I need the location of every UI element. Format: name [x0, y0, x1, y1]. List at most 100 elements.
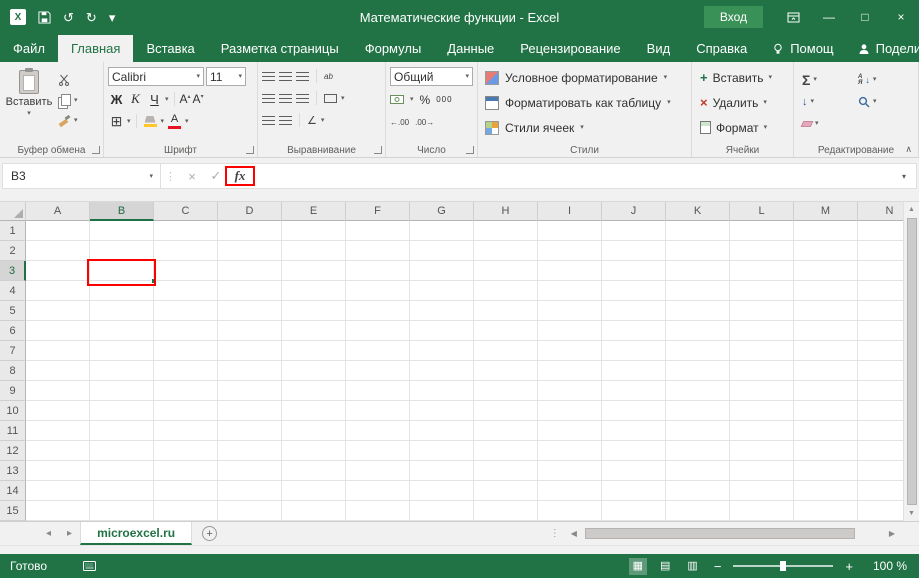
cell-L7[interactable] [730, 341, 794, 361]
cell-M4[interactable] [794, 281, 858, 301]
cell-D11[interactable] [218, 421, 282, 441]
column-header-G[interactable]: G [410, 202, 474, 221]
cell-L15[interactable] [730, 501, 794, 521]
font-size-combo[interactable]: 11 ▾ [206, 67, 246, 86]
cell-F7[interactable] [346, 341, 410, 361]
qat-customize-button[interactable]: ▾ [109, 11, 116, 24]
cell-D13[interactable] [218, 461, 282, 481]
cell-K6[interactable] [666, 321, 730, 341]
cell-L8[interactable] [730, 361, 794, 381]
chevron-down-icon[interactable]: ▾ [161, 118, 165, 125]
cell-M6[interactable] [794, 321, 858, 341]
cell-E4[interactable] [282, 281, 346, 301]
minimize-button[interactable]: — [811, 0, 847, 34]
cell-A5[interactable] [26, 301, 90, 321]
italic-button[interactable]: К [127, 90, 144, 108]
cell-I9[interactable] [538, 381, 602, 401]
cell-E14[interactable] [282, 481, 346, 501]
find-select-button[interactable]: ▾ [858, 92, 912, 111]
chevron-down-icon[interactable]: ▾ [341, 95, 345, 102]
decrease-font-button[interactable]: А ▾ [193, 92, 204, 106]
cell-M13[interactable] [794, 461, 858, 481]
cell-G3[interactable] [410, 261, 474, 281]
autosum-button[interactable]: Σ ▾ [802, 70, 856, 89]
ribbon-tab-insert[interactable]: Вставка [133, 35, 207, 62]
redo-button[interactable]: ↻ [86, 11, 97, 24]
chevron-down-icon[interactable]: ▾ [185, 118, 189, 125]
cell-J7[interactable] [602, 341, 666, 361]
cell-E10[interactable] [282, 401, 346, 421]
cell-G14[interactable] [410, 481, 474, 501]
align-right-button[interactable] [296, 93, 309, 103]
cell-B15[interactable] [90, 501, 154, 521]
decrease-indent-button[interactable] [262, 115, 275, 125]
cell-F5[interactable] [346, 301, 410, 321]
cell-J1[interactable] [602, 221, 666, 241]
cell-C6[interactable] [154, 321, 218, 341]
cell-L3[interactable] [730, 261, 794, 281]
insert-cells-button[interactable]: + Вставить ▾ [696, 65, 789, 90]
row-header-6[interactable]: 6 [0, 321, 26, 341]
row-header-5[interactable]: 5 [0, 301, 26, 321]
cell-J4[interactable] [602, 281, 666, 301]
cell-M14[interactable] [794, 481, 858, 501]
ribbon-tab-file[interactable]: Файл [0, 35, 58, 62]
cell-M1[interactable] [794, 221, 858, 241]
cell-H1[interactable] [474, 221, 538, 241]
cell-B2[interactable] [90, 241, 154, 261]
cell-L5[interactable] [730, 301, 794, 321]
zoom-slider-thumb[interactable] [780, 561, 787, 571]
cell-F6[interactable] [346, 321, 410, 341]
horizontal-scroll-thumb[interactable] [584, 528, 855, 539]
accounting-format-button[interactable] [390, 95, 404, 104]
cell-C1[interactable] [154, 221, 218, 241]
cell-M3[interactable] [794, 261, 858, 281]
cell-K12[interactable] [666, 441, 730, 461]
scroll-left-button[interactable]: ◀ [567, 529, 581, 538]
cell-C15[interactable] [154, 501, 218, 521]
cell-H8[interactable] [474, 361, 538, 381]
chevron-down-icon[interactable]: ▾ [321, 117, 325, 124]
cut-button[interactable] [58, 73, 78, 87]
cell-H6[interactable] [474, 321, 538, 341]
column-header-H[interactable]: H [474, 202, 538, 221]
scroll-down-button[interactable]: ▼ [908, 506, 915, 521]
cell-N3[interactable] [858, 261, 903, 281]
cell-N7[interactable] [858, 341, 903, 361]
copy-button[interactable]: ▾ [58, 93, 78, 109]
row-header-4[interactable]: 4 [0, 281, 26, 301]
ribbon-tab-page-layout[interactable]: Разметка страницы [208, 35, 352, 62]
cell-F10[interactable] [346, 401, 410, 421]
cell-F12[interactable] [346, 441, 410, 461]
cell-L11[interactable] [730, 421, 794, 441]
cell-K14[interactable] [666, 481, 730, 501]
cell-J14[interactable] [602, 481, 666, 501]
undo-button[interactable]: ↺ [63, 11, 74, 24]
cell-L1[interactable] [730, 221, 794, 241]
cell-C14[interactable] [154, 481, 218, 501]
cell-styles-button[interactable]: Стили ячеек ▾ [482, 115, 687, 140]
help-assistant-tab[interactable]: Помощ [760, 35, 845, 62]
cell-K3[interactable] [666, 261, 730, 281]
font-color-button[interactable]: А [166, 112, 183, 130]
cell-G15[interactable] [410, 501, 474, 521]
cell-B6[interactable] [90, 321, 154, 341]
cell-N6[interactable] [858, 321, 903, 341]
vertical-scrollbar[interactable]: ▲ ▼ [903, 202, 919, 521]
cell-L4[interactable] [730, 281, 794, 301]
column-header-J[interactable]: J [602, 202, 666, 221]
sort-filter-button[interactable]: А Я ↓ ▾ [858, 70, 912, 89]
conditional-formatting-button[interactable]: Условное форматирование ▾ [482, 65, 687, 90]
cell-I8[interactable] [538, 361, 602, 381]
row-header-3[interactable]: 3 [0, 261, 26, 281]
cell-M9[interactable] [794, 381, 858, 401]
cell-L13[interactable] [730, 461, 794, 481]
cell-B14[interactable] [90, 481, 154, 501]
cell-A9[interactable] [26, 381, 90, 401]
cell-E7[interactable] [282, 341, 346, 361]
zoom-level[interactable]: 100 % [865, 559, 907, 573]
clear-button[interactable]: ▾ [800, 114, 856, 133]
decrease-decimal-button[interactable]: .00→ [415, 118, 434, 127]
bold-button[interactable]: Ж [108, 90, 125, 108]
cell-G4[interactable] [410, 281, 474, 301]
